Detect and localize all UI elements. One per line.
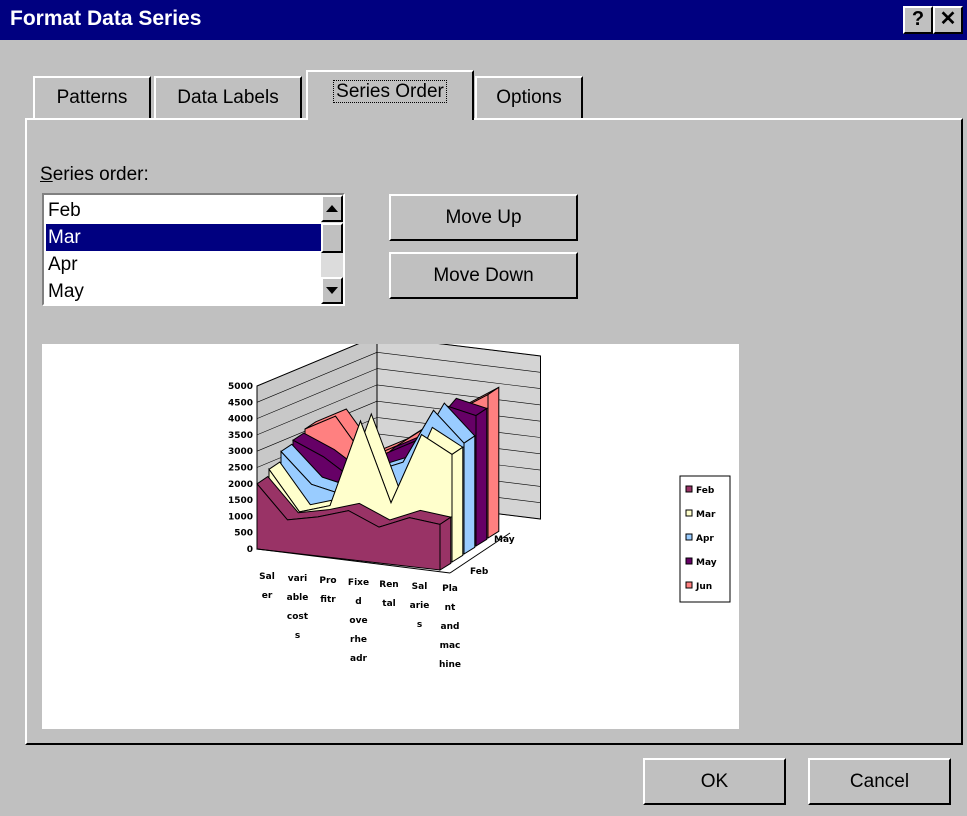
arrow-down-icon	[326, 287, 338, 294]
chart-preview: 0 500 1000 1500 2000 2500 3000 3500 4000 4500 5000…	[42, 335, 739, 729]
series-side-feb	[439, 516, 452, 571]
list-item[interactable]: Apr	[46, 251, 323, 278]
x-tick-label: mac	[440, 641, 461, 651]
x-tick-label: s	[417, 620, 422, 630]
y-tick-label: 4500	[228, 398, 253, 408]
tab-series-order-label: Series Order	[333, 80, 447, 103]
x-tick-label: vari	[288, 574, 307, 584]
tab-data-labels[interactable]: Data Labels	[154, 76, 302, 118]
x-tick-label: able	[287, 593, 309, 603]
tab-panel: Series order: Feb Mar Apr May Move Up Mo…	[25, 118, 963, 745]
series-order-label: Series order:	[40, 164, 149, 185]
title-bar: Format Data Series ? ✕	[0, 0, 967, 40]
tab-series-order[interactable]: Series Order	[306, 70, 474, 120]
move-down-button[interactable]: Move Down	[389, 252, 578, 299]
help-button[interactable]: ?	[903, 6, 933, 34]
x-tick-label: Pro	[319, 576, 336, 586]
x-tick-label: Ren	[379, 580, 398, 590]
y-tick-label: 2500	[228, 464, 253, 474]
y-tick-label: 5000	[228, 382, 253, 392]
legend-label: Jun	[695, 582, 712, 592]
legend-label: Feb	[696, 486, 715, 496]
x-tick-label: arie	[410, 601, 430, 611]
list-item[interactable]: May	[46, 278, 323, 304]
x-tick-label: d	[355, 597, 361, 607]
y-tick-label: 2000	[228, 480, 253, 490]
y-tick-label: 1000	[228, 512, 253, 522]
depth-label: Feb	[470, 567, 489, 577]
x-tick-label: Sal	[412, 582, 428, 592]
x-tick-label: adr	[350, 654, 368, 664]
x-tick-label: tal	[382, 599, 395, 609]
list-item-selected[interactable]: Mar	[46, 224, 323, 251]
series-order-listbox[interactable]: Feb Mar Apr May	[42, 193, 345, 306]
tab-patterns[interactable]: Patterns	[33, 76, 151, 118]
legend-swatch	[685, 485, 693, 493]
series-side-jun	[487, 386, 500, 539]
x-tick-label: ove	[349, 616, 367, 626]
x-tick-label: Pla	[442, 584, 458, 594]
dialog-title: Format Data Series	[10, 7, 202, 30]
legend-swatch	[685, 557, 693, 565]
list-scrollbar[interactable]	[321, 195, 343, 304]
scroll-up-button[interactable]	[321, 195, 343, 222]
y-tick-label: 0	[247, 545, 253, 555]
legend-label: Apr	[696, 534, 714, 544]
x-tick-label: nt	[445, 603, 456, 613]
x-tick-label: fitr	[320, 595, 336, 605]
x-tick-label: and	[441, 622, 460, 632]
series-order-label-text: eries order:	[52, 164, 149, 185]
legend-label: Mar	[696, 510, 716, 520]
depth-label: May	[494, 535, 515, 545]
cancel-button[interactable]: Cancel	[808, 758, 951, 805]
y-tick-label: 3500	[228, 431, 253, 441]
series-side-mar	[451, 446, 464, 563]
x-tick-label: Fixe	[348, 578, 369, 588]
series-side-may	[475, 407, 488, 547]
tab-options[interactable]: Options	[475, 76, 583, 118]
legend-swatch	[685, 533, 693, 541]
x-tick-label: cost	[287, 612, 309, 622]
x-tick-label: rhe	[350, 635, 367, 645]
area-chart-3d: 0 500 1000 1500 2000 2500 3000 3500 4000 4500 5000…	[228, 335, 731, 670]
arrow-up-icon	[326, 205, 338, 212]
list-item[interactable]: Feb	[46, 197, 323, 224]
x-tick-label: er	[262, 591, 273, 601]
legend-swatch	[685, 581, 693, 589]
y-tick-label: 4000	[228, 415, 253, 425]
y-tick-label: 500	[234, 529, 253, 539]
move-up-button[interactable]: Move Up	[389, 194, 578, 241]
x-tick-label: hine	[439, 660, 461, 670]
scroll-thumb[interactable]	[321, 223, 343, 253]
close-button[interactable]: ✕	[933, 6, 963, 34]
x-tick-label: s	[295, 631, 300, 641]
legend-label: May	[696, 558, 717, 568]
x-tick-label: Sal	[259, 572, 275, 582]
legend-swatch	[685, 509, 693, 517]
y-tick-label: 1500	[228, 496, 253, 506]
scroll-down-button[interactable]	[321, 277, 343, 304]
y-tick-label: 3000	[228, 447, 253, 457]
ok-button[interactable]: OK	[643, 758, 786, 805]
series-side-apr	[463, 435, 476, 555]
